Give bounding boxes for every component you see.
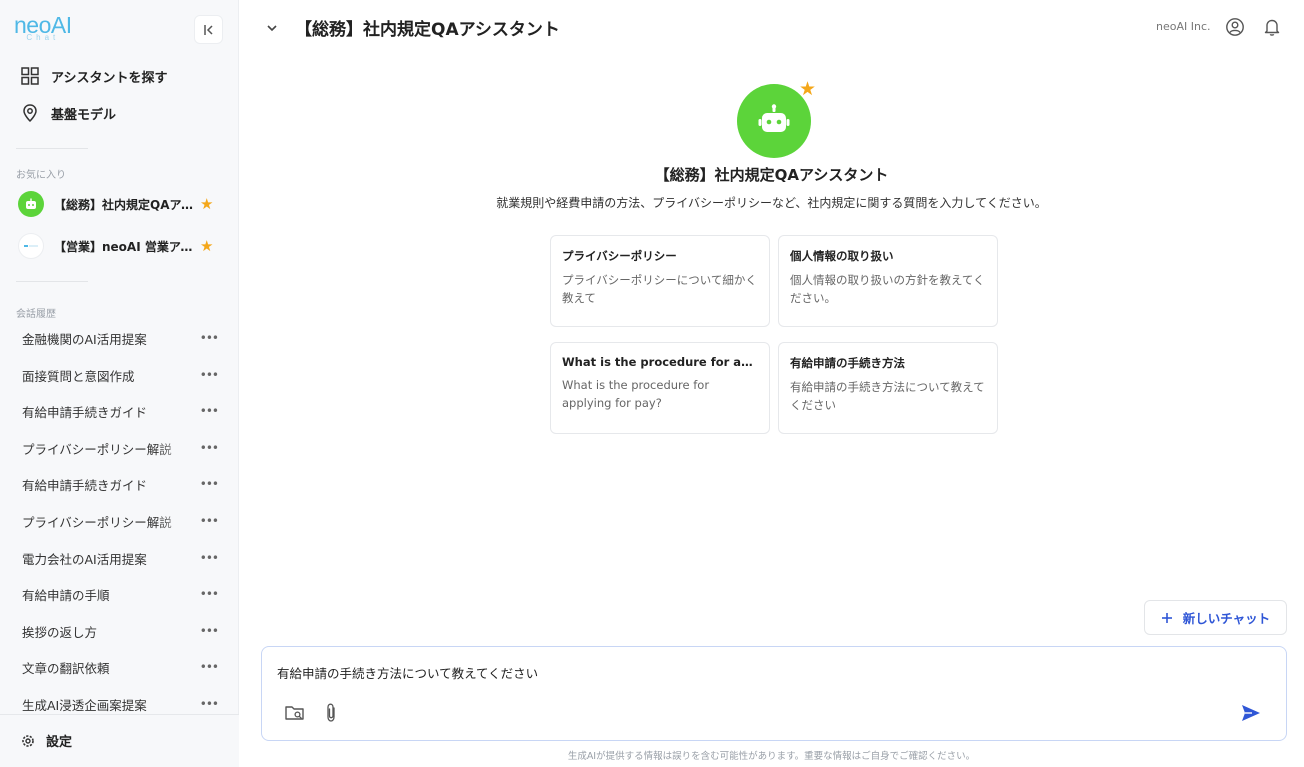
suggestion-card-body: プライバシーポリシーについて細かく教えて [562, 273, 757, 305]
settings-bar: 設定 [0, 714, 239, 767]
nav-base-models[interactable]: 基盤モデル [20, 101, 116, 125]
more-options-icon[interactable]: ••• [200, 697, 219, 711]
app-window: neoAI Chat アシスタントを探す 基盤モデル お気に入り 【総務】社内規… [0, 0, 1304, 767]
more-options-icon[interactable]: ••• [200, 331, 219, 345]
map-pin-icon [23, 104, 37, 123]
history-item[interactable]: 有給申請手続きガイド ••• [22, 399, 219, 423]
more-options-icon[interactable]: ••• [200, 477, 219, 491]
history-item-label: 電力会社のAI活用提案 [22, 551, 147, 567]
suggestion-card[interactable]: What is the procedure for applying for p… [550, 342, 770, 434]
history-section-label: 会話履歴 [16, 309, 56, 320]
main-panel: 【総務】社内規定QAアシスタント neoAI Inc. ★ 【総務】社内規定QA… [239, 0, 1304, 767]
history-item-label: 挨拶の返し方 [22, 624, 98, 640]
history-item[interactable]: 電力会社のAI活用提案 ••• [22, 546, 219, 570]
plus-icon [1161, 612, 1172, 623]
gear-icon [22, 734, 34, 747]
star-icon[interactable]: ★ [200, 238, 213, 254]
company-logo-icon [18, 233, 44, 259]
more-options-icon[interactable]: ••• [200, 660, 219, 674]
grid-icon [21, 67, 39, 85]
assistant-description: 就業規則や経費申請の方法、プライバシーポリシーなど、社内規定に関する質問を入力し… [496, 196, 1047, 210]
favorites-section-label: お気に入り [16, 170, 66, 181]
app-logo[interactable]: neoAI Chat [14, 14, 72, 42]
more-options-icon[interactable]: ••• [200, 624, 219, 638]
suggestion-card[interactable]: 有給申請の手続き方法 有給申請の手続き方法について教えてください [778, 342, 998, 434]
favorite-item[interactable]: 【営業】neoAI 営業アシスタント ★ [18, 232, 218, 260]
assistant-title: 【総務】社内規定QAアシスタント [654, 166, 889, 184]
assistant-switcher-button[interactable] [265, 20, 279, 39]
star-icon[interactable]: ★ [200, 196, 213, 212]
favorite-item[interactable]: 【総務】社内規定QAアシスタント ★ [18, 190, 218, 218]
paperclip-icon [327, 703, 335, 722]
page-title: 【総務】社内規定QAアシスタント [295, 20, 560, 40]
robot-icon [758, 104, 790, 132]
history-item[interactable]: 面接質問と意図作成 ••• [22, 363, 219, 387]
history-item-label: 有給申請手続きガイド [22, 404, 148, 420]
suggestion-card-title: プライバシーポリシー [562, 249, 677, 263]
bell-icon [1264, 19, 1280, 36]
sidebar-divider [16, 281, 88, 282]
folder-search-button[interactable] [284, 703, 306, 727]
chevron-down-icon [267, 25, 277, 32]
suggestion-card-title: 個人情報の取り扱い [790, 249, 894, 263]
notifications-button[interactable] [1263, 17, 1281, 41]
favorite-star-icon[interactable]: ★ [799, 78, 816, 100]
sidebar-divider [16, 148, 88, 149]
robot-icon [18, 191, 44, 217]
nav-find-assistant[interactable]: アシスタントを探す [20, 64, 167, 88]
new-chat-label: 新しいチャット [1182, 611, 1271, 626]
history-item-label: 文章の翻訳依頼 [22, 660, 110, 676]
more-options-icon[interactable]: ••• [200, 551, 219, 565]
disclaimer-text: 生成AIが提供する情報は誤りを含む可能性があります。重要な情報はご自身でご確認く… [567, 751, 976, 762]
folder-search-icon [285, 706, 304, 720]
collapse-left-icon [203, 24, 213, 35]
history-item[interactable]: 文章の翻訳依頼 ••• [22, 655, 219, 679]
message-composer [261, 646, 1287, 741]
history-item-label: 有給申請の手順 [22, 587, 110, 603]
history-item[interactable]: 有給申請の手順 ••• [22, 582, 219, 606]
send-icon [1242, 705, 1260, 721]
history-item-label: プライバシーポリシー解説 [22, 441, 172, 457]
suggestion-card[interactable]: 個人情報の取り扱い 個人情報の取り扱いの方針を教えてください。 [778, 235, 998, 327]
suggestion-card-title: What is the procedure for applying for p… [562, 355, 758, 369]
send-button[interactable] [1240, 703, 1262, 727]
attach-file-button[interactable] [324, 702, 338, 728]
suggestion-card-body: 個人情報の取り扱いの方針を教えてください。 [790, 273, 985, 305]
suggestion-card[interactable]: プライバシーポリシー プライバシーポリシーについて細かく教えて [550, 235, 770, 327]
suggestion-card-body: 有給申請の手続き方法について教えてください [790, 380, 985, 412]
more-options-icon[interactable]: ••• [200, 368, 219, 382]
history-item[interactable]: 生成AI浸透企画案提案 ••• [22, 692, 219, 716]
history-item[interactable]: 金融機関のAI活用提案 ••• [22, 326, 219, 350]
suggestion-card-body: What is the procedure for applying for p… [562, 378, 710, 410]
sidebar: neoAI Chat アシスタントを探す 基盤モデル お気に入り 【総務】社内規… [0, 0, 239, 767]
history-item[interactable]: プライバシーポリシー解説 ••• [22, 436, 219, 460]
settings-button[interactable]: 設定 [20, 731, 72, 750]
nav-base-models-label: 基盤モデル [51, 107, 117, 123]
more-options-icon[interactable]: ••• [200, 441, 219, 455]
suggestion-card-title: 有給申請の手続き方法 [790, 356, 905, 370]
history-item-label: 有給申請手続きガイド [22, 477, 148, 493]
user-account-button[interactable] [1225, 17, 1245, 41]
history-item[interactable]: プライバシーポリシー解説 ••• [22, 509, 219, 533]
more-options-icon[interactable]: ••• [200, 514, 219, 528]
history-item-label: 生成AI浸透企画案提案 [22, 697, 147, 713]
message-input[interactable] [277, 665, 1177, 680]
collapse-sidebar-button[interactable] [194, 15, 223, 44]
new-chat-button[interactable]: 新しいチャット [1144, 600, 1287, 635]
history-item-label: 面接質問と意図作成 [22, 368, 135, 384]
history-item-label: プライバシーポリシー解説 [22, 514, 172, 530]
history-item[interactable]: 有給申請手続きガイド ••• [22, 472, 219, 496]
nav-find-assistant-label: アシスタントを探す [51, 70, 168, 86]
history-item[interactable]: 挨拶の返し方 ••• [22, 619, 219, 643]
organization-name: neoAI Inc. [1156, 20, 1211, 33]
user-icon [1226, 18, 1244, 36]
more-options-icon[interactable]: ••• [200, 404, 219, 418]
history-item-label: 金融機関のAI活用提案 [22, 331, 147, 347]
favorite-item-label: 【総務】社内規定QAアシスタント [54, 197, 194, 212]
more-options-icon[interactable]: ••• [200, 587, 219, 601]
favorite-item-label: 【営業】neoAI 営業アシスタント [54, 239, 194, 254]
settings-label: 設定 [46, 735, 73, 750]
